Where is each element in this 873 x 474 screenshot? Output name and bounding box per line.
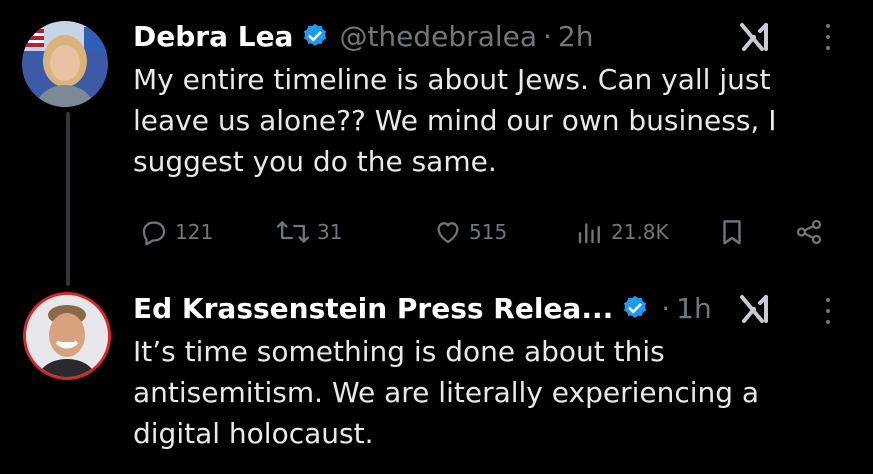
tweet-debra-lea[interactable]: Debra Lea @thedebralea · 2h My entire ti… xyxy=(133,16,843,182)
avatar[interactable] xyxy=(22,21,108,107)
avatar[interactable] xyxy=(23,292,111,380)
tweet-ed-krassenstein[interactable]: Ed Krassenstein Press Relea... · 1h It’s… xyxy=(133,288,843,454)
reply-icon xyxy=(142,221,166,246)
like-button[interactable]: 515 xyxy=(433,212,507,252)
timestamp[interactable]: 2h xyxy=(558,20,594,53)
display-name[interactable]: Debra Lea xyxy=(133,20,293,53)
reply-button[interactable]: 121 xyxy=(139,212,213,252)
verified-badge-icon xyxy=(624,295,647,318)
repost-icon xyxy=(276,221,310,243)
views-button[interactable]: 21.8K xyxy=(575,212,669,252)
bookmark-button[interactable] xyxy=(717,212,747,252)
separator-dot: · xyxy=(543,19,552,53)
like-icon xyxy=(437,222,459,244)
reply-count: 121 xyxy=(175,220,214,244)
grok-icon[interactable] xyxy=(740,21,776,53)
bookmark-icon xyxy=(723,220,741,245)
like-count: 515 xyxy=(469,220,508,244)
timestamp[interactable]: 1h xyxy=(676,292,712,325)
avatar-photo xyxy=(22,21,108,107)
view-count: 21.8K xyxy=(611,220,669,244)
tweet-text: My entire timeline is about Jews. Can ya… xyxy=(133,63,777,178)
grok-icon[interactable] xyxy=(740,293,776,325)
views-icon xyxy=(578,223,600,244)
verified-badge-icon xyxy=(304,23,327,46)
avatar-photo xyxy=(26,295,108,377)
share-icon xyxy=(796,219,822,245)
separator-dot: · xyxy=(661,291,671,325)
tweet-actions: 121 31 515 21.8K xyxy=(133,212,833,252)
tweet-header: Ed Krassenstein Press Relea... · 1h xyxy=(133,288,843,328)
repost-button[interactable]: 31 xyxy=(275,212,342,252)
more-options-icon[interactable] xyxy=(824,298,832,324)
tweet-text: It’s time something is done about this a… xyxy=(133,335,760,450)
display-name[interactable]: Ed Krassenstein Press Relea... xyxy=(133,292,613,325)
tweet-header: Debra Lea @thedebralea · 2h xyxy=(133,16,843,56)
repost-count: 31 xyxy=(317,220,343,244)
share-button[interactable] xyxy=(793,212,825,252)
thread-connector-line xyxy=(66,112,70,286)
handle[interactable]: @thedebralea xyxy=(339,20,537,53)
more-options-icon[interactable] xyxy=(824,24,832,50)
